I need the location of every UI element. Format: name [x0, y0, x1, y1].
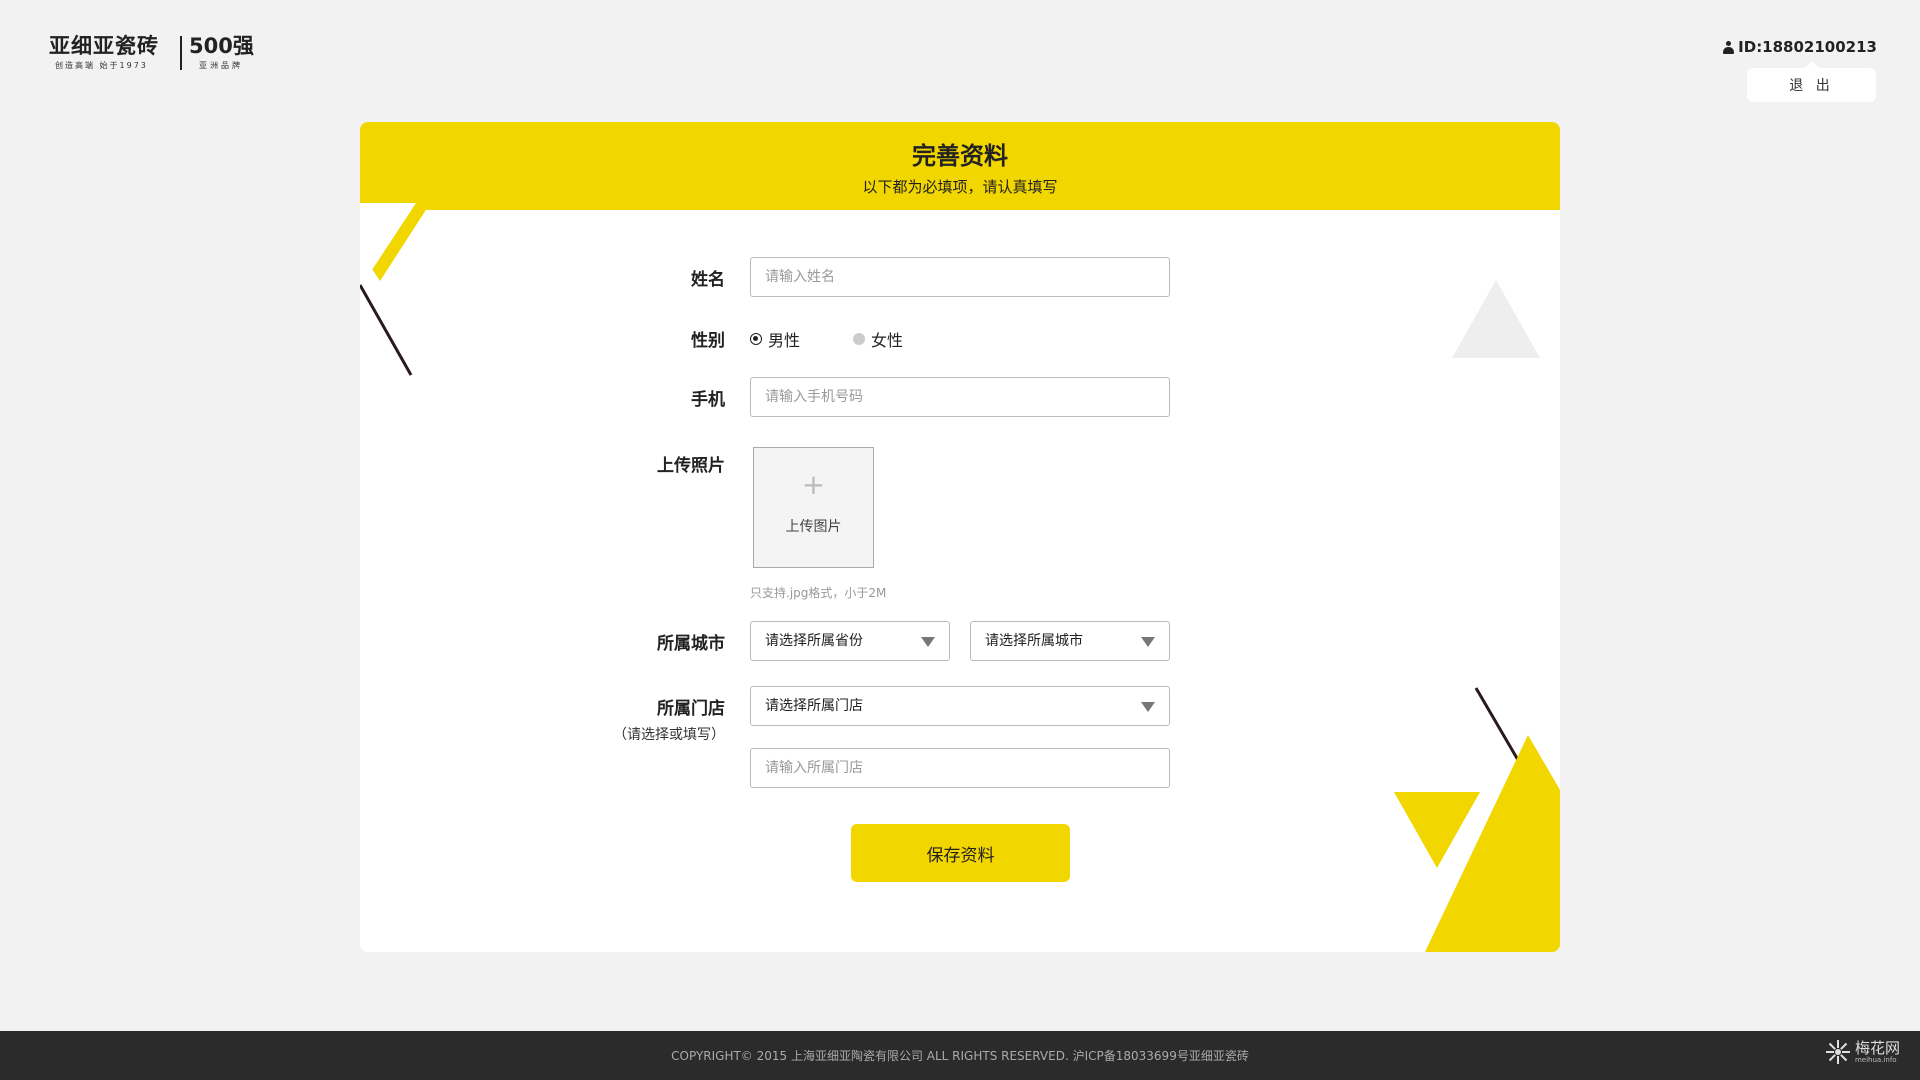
logo-rank-sub: 亚洲品牌 [199, 61, 243, 70]
upload-text: 上传图片 [785, 519, 842, 535]
store-select-text: 请选择所属门店 [765, 698, 863, 714]
gender-radio-male[interactable]: 男性 [750, 327, 800, 351]
gender-label: 性别 [691, 331, 725, 351]
radio-unchecked-icon [853, 333, 865, 345]
store-label: 所属门店 [657, 699, 725, 719]
watermark-name: 梅花网 [1854, 1038, 1900, 1057]
save-profile-button[interactable]: 保存资料 [851, 824, 1070, 882]
watermark: 梅花网 meihua.info [1825, 1039, 1900, 1065]
decoration-left [360, 185, 442, 376]
city-select-text: 请选择所属城市 [985, 633, 1083, 649]
page-title: 完善资料 [912, 142, 1008, 170]
chevron-down-icon [1141, 637, 1155, 647]
chevron-down-icon [1141, 702, 1155, 712]
card-header: 完善资料 以下都为必填项，请认真填写 [360, 122, 1560, 210]
decoration-triangle-gray [1452, 280, 1540, 358]
footer: COPYRIGHT© 2015 上海亚细亚陶瓷有限公司 ALL RIGHTS R… [0, 1031, 1920, 1080]
user-id-display: ID:18802100213 [1723, 38, 1877, 56]
radio-checked-icon [750, 333, 762, 345]
upload-photo-button[interactable]: + 上传图片 [753, 447, 874, 568]
copyright-text: COPYRIGHT© 2015 上海亚细亚陶瓷有限公司 ALL RIGHTS R… [671, 1049, 1249, 1063]
user-icon [1723, 40, 1735, 54]
gender-option-label: 男性 [768, 331, 801, 350]
province-select-text: 请选择所属省份 [765, 633, 863, 649]
store-input[interactable] [750, 748, 1170, 788]
user-id-text: ID:18802100213 [1738, 38, 1877, 56]
logo-tagline: 创造高端 始于1973 [55, 61, 148, 70]
store-select[interactable]: 请选择所属门店 [750, 686, 1170, 726]
phone-label: 手机 [691, 390, 725, 410]
city-label: 所属城市 [657, 634, 725, 654]
phone-input[interactable] [750, 377, 1170, 417]
profile-form-card: 完善资料 以下都为必填项，请认真填写 姓名 性别 男性 女性 手机 上传照片 +… [360, 122, 1560, 952]
logo-brand-text: 亚细亚瓷砖 [49, 34, 159, 58]
logo-divider [180, 36, 182, 70]
logo-rank: 500强 [189, 34, 254, 58]
plum-flower-icon [1825, 1040, 1850, 1064]
watermark-url: meihua.info [1854, 1055, 1897, 1064]
chevron-down-icon [921, 637, 935, 647]
page-subtitle: 以下都为必填项，请认真填写 [862, 178, 1058, 196]
city-select[interactable]: 请选择所属城市 [970, 621, 1170, 661]
gender-option-label: 女性 [871, 331, 904, 350]
name-input[interactable] [750, 257, 1170, 297]
brand-logo: 亚细亚瓷砖 创造高端 始于1973 500强 亚洲品牌 [49, 34, 263, 74]
name-label: 姓名 [691, 270, 725, 290]
gender-radio-female[interactable]: 女性 [853, 327, 903, 351]
upload-hint: 只支持.jpg格式，小于2M [750, 586, 887, 600]
store-sublabel: （请选择或填写） [613, 727, 725, 743]
province-select[interactable]: 请选择所属省份 [750, 621, 950, 661]
plus-icon: + [801, 468, 826, 501]
decoration-right-top [1452, 280, 1540, 358]
decoration-triangle-yellow-small [1394, 792, 1480, 868]
decoration-right-bottom [1394, 687, 1560, 952]
decoration-line [360, 284, 413, 376]
logout-button[interactable]: 退 出 [1747, 61, 1876, 102]
photo-label: 上传照片 [657, 456, 725, 476]
